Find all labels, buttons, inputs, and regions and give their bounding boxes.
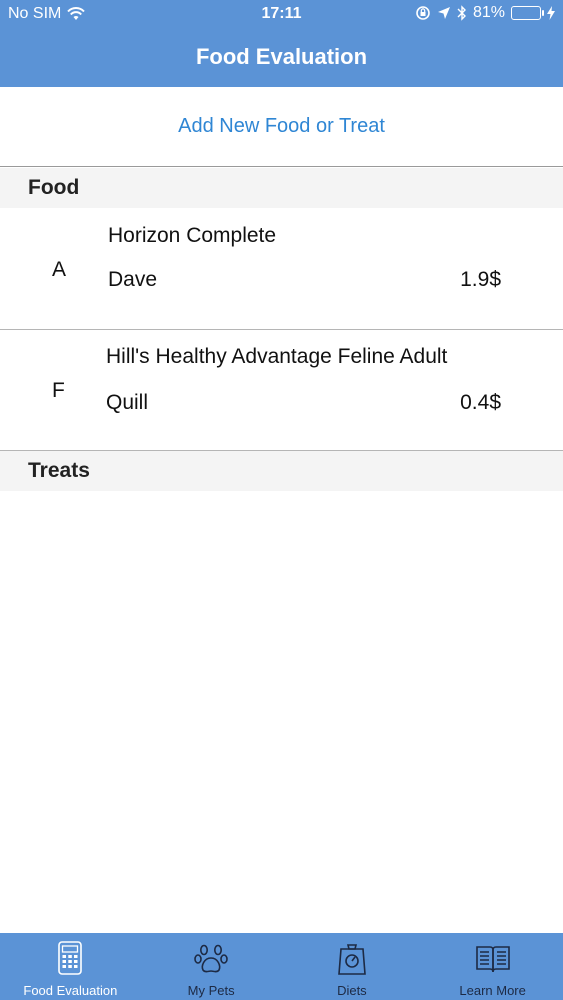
food-grade: F — [52, 379, 65, 402]
bluetooth-icon — [457, 5, 466, 21]
page-title: Food Evaluation — [195, 44, 368, 69]
tab-label: Food Evaluation — [23, 983, 118, 998]
food-grade: A — [52, 258, 67, 281]
status-right: 81% — [415, 4, 555, 22]
section-header-food: Food — [0, 168, 563, 208]
food-name: Horizon Complete — [108, 224, 277, 247]
pet-name: Dave — [108, 268, 158, 291]
food-list-item[interactable]: F Hill's Healthy Advantage Feline Adult … — [0, 329, 563, 451]
battery-percent: 81% — [472, 4, 505, 21]
calculator-icon — [58, 941, 83, 975]
tab-label: Learn More — [459, 983, 526, 998]
tab-label: Diets — [337, 983, 367, 998]
location-icon — [437, 7, 450, 19]
tab-food-evaluation[interactable]: Food Evaluation — [0, 933, 141, 1000]
pet-name: Quill — [106, 391, 149, 414]
book-icon — [475, 946, 510, 973]
battery-icon — [511, 6, 544, 20]
tab-my-pets[interactable]: My Pets — [141, 933, 282, 1000]
tab-label: My Pets — [187, 983, 235, 998]
add-food-button[interactable]: Add New Food or Treat — [178, 115, 385, 138]
charging-icon — [547, 6, 555, 20]
rotation-lock-icon — [416, 6, 430, 20]
tab-learn-more[interactable]: Learn More — [422, 933, 563, 1000]
section-header-treats: Treats — [0, 451, 563, 491]
header: No SIM 17:11 81% Food Evaluation — [0, 0, 563, 87]
food-name: Hill's Healthy Advantage Feline Adult — [106, 345, 448, 368]
food-list-item[interactable]: A Horizon Complete Dave 1.9$ — [0, 208, 563, 330]
scale-icon — [338, 944, 366, 975]
paw-icon — [194, 944, 228, 973]
food-price: 0.4$ — [460, 391, 501, 414]
status-bar: No SIM 17:11 81% — [0, 0, 563, 30]
tab-diets[interactable]: Diets — [282, 933, 423, 1000]
tab-bar: Food Evaluation My Pets Diets Learn More — [0, 933, 563, 1000]
food-price: 1.9$ — [460, 268, 501, 291]
add-food-row[interactable]: Add New Food or Treat — [0, 87, 563, 167]
